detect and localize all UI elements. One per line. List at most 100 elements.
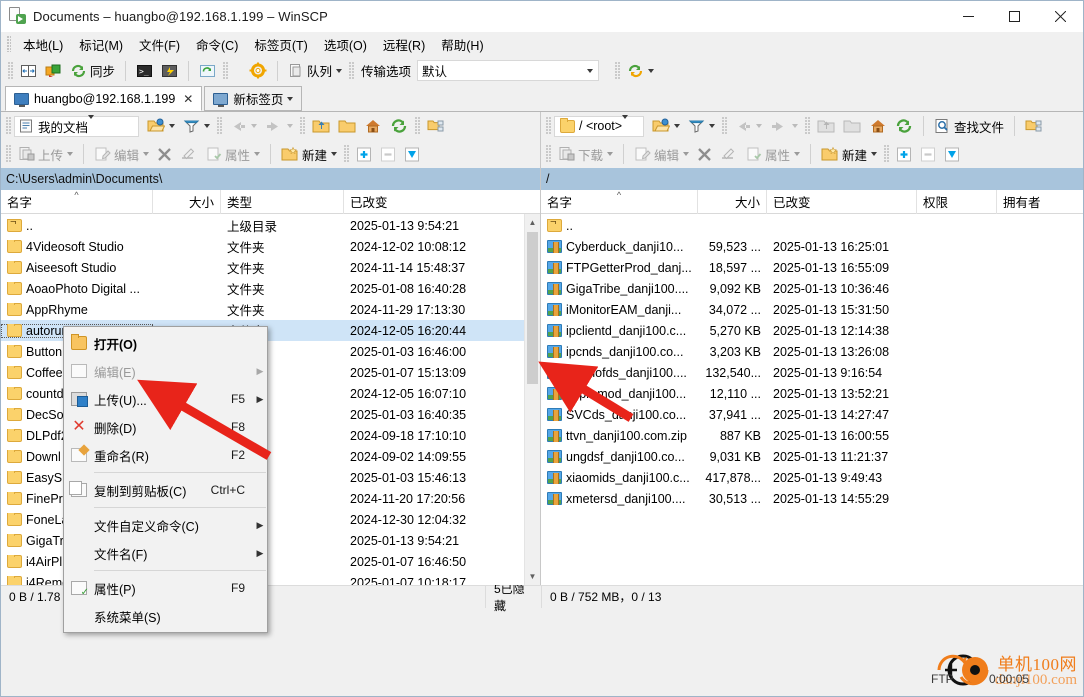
chevron-down-icon-remote-new[interactable]	[871, 152, 878, 156]
table-row[interactable]: ttvn_danji100.com.zip 887 KB 2025-01-13 16…	[541, 425, 1083, 446]
local-home-button[interactable]	[360, 114, 386, 138]
local-col-size[interactable]: 大小	[153, 189, 221, 214]
local-drive-combo[interactable]: 我的文档	[14, 115, 139, 137]
remote-root-directory-button[interactable]	[839, 114, 865, 138]
chevron-down-icon-upload[interactable]	[67, 152, 74, 156]
local-tree-button[interactable]	[423, 114, 449, 138]
chevron-down-icon-edit[interactable]	[143, 152, 150, 156]
context-menu-item[interactable]: 复制到剪贴板(C) Ctrl+C	[64, 476, 267, 504]
menu-item-file[interactable]: 文件(F)	[131, 32, 188, 57]
session-refresh-button[interactable]	[623, 59, 658, 83]
remote-tree-button[interactable]	[1021, 114, 1047, 138]
table-row[interactable]: xiaomids_danji100.c... 417,878... 2025-01-…	[541, 467, 1083, 488]
local-vertical-scrollbar[interactable]: ▲ ▼	[524, 214, 540, 585]
remote-rename-button[interactable]	[716, 142, 741, 166]
chevron-down-icon-new[interactable]	[331, 152, 338, 156]
remote-col-permissions[interactable]: 权限	[917, 189, 997, 214]
local-open-directory-button[interactable]	[143, 114, 179, 138]
local-filter-button[interactable]	[179, 114, 214, 138]
table-row[interactable]: ipcnds_danji100.co... 3,203 KB 2025-01-13 …	[541, 341, 1083, 362]
remote-file-list[interactable]: .. Cyberduck_danji10... 59,523 ... 2025-01-…	[541, 214, 1083, 585]
remote-select-add-button[interactable]	[892, 142, 916, 166]
context-menu-item[interactable]: 重命名(R) F2	[64, 441, 267, 469]
refresh-button[interactable]	[195, 59, 220, 83]
remote-refresh-button[interactable]	[891, 114, 917, 138]
table-row[interactable]: ..	[541, 215, 1083, 236]
local-back-button[interactable]	[225, 114, 261, 138]
remote-col-name[interactable]: 名字 ^	[541, 189, 698, 214]
menu-item-options[interactable]: 选项(O)	[316, 32, 375, 57]
scroll-down-icon[interactable]: ▼	[525, 568, 540, 585]
chevron-down-icon-download[interactable]	[607, 152, 614, 156]
local-home-directory-button[interactable]	[334, 114, 360, 138]
table-row[interactable]: .. 上级目录 2025-01-13 9:54:21	[1, 215, 540, 236]
chevron-down-icon-transfer[interactable]	[582, 61, 598, 80]
remote-download-button[interactable]: 下载	[554, 142, 617, 166]
remote-back-button[interactable]	[730, 114, 766, 138]
table-row[interactable]: ipclientd_danji100.c... 5,270 KB 2025-01-1…	[541, 320, 1083, 341]
queue-button[interactable]: 队列	[284, 59, 346, 83]
menu-item-mark[interactable]: 标记(M)	[71, 32, 131, 57]
remote-home-button[interactable]	[865, 114, 891, 138]
remote-col-modified[interactable]: 已改变	[767, 189, 917, 214]
menu-item-tabs[interactable]: 标签页(T)	[246, 32, 315, 57]
remote-filter-button[interactable]	[684, 114, 719, 138]
chevron-down-icon-remote-filter[interactable]	[709, 124, 715, 128]
local-rename-button[interactable]	[176, 142, 201, 166]
tab-new-session[interactable]: 新标签页	[204, 86, 303, 111]
transfer-settings-combo[interactable]: 默认	[417, 60, 600, 81]
chevron-down-icon-remote-edit[interactable]	[683, 152, 690, 156]
chevron-down-icon-remote-root[interactable]	[622, 115, 629, 133]
close-button[interactable]	[1037, 1, 1083, 32]
synchronize-browsing-button[interactable]	[41, 59, 66, 83]
chevron-down-icon-local-drive[interactable]	[88, 115, 95, 133]
file-context-menu[interactable]: 打开(O) 编辑(E) ▶ 上传(U)... F5 ▶ ✕ 删除(D) F8 重命名(R) F2 复制…	[63, 326, 268, 633]
remote-select-remove-button[interactable]	[916, 142, 940, 166]
remote-find-files-button[interactable]: 查找文件	[930, 114, 1008, 138]
chevron-down-icon-remote-back[interactable]	[756, 124, 762, 128]
local-edit-button[interactable]: 编辑	[90, 142, 153, 166]
synchronize-button[interactable]: 同步	[66, 59, 119, 83]
remote-path-bar[interactable]: /	[541, 168, 1083, 190]
context-menu-item[interactable]: 打开(O)	[64, 329, 267, 357]
remote-open-directory-button[interactable]	[648, 114, 684, 138]
table-row[interactable]: AppRhyme 文件夹 2024-11-29 17:13:30	[1, 299, 540, 320]
table-row[interactable]: Cyberduck_danji10... 59,523 ... 2025-01-13…	[541, 236, 1083, 257]
context-menu-item[interactable]: ✕ 删除(D) F8	[64, 413, 267, 441]
table-row[interactable]: AoaoPhoto Digital ... 文件夹 2025-01-08 16:40…	[1, 278, 540, 299]
preferences-button[interactable]	[245, 59, 271, 83]
table-row[interactable]: serviiofds_danji100.... 132,540... 2025-01…	[541, 362, 1083, 383]
remote-col-size[interactable]: 大小	[698, 189, 767, 214]
tab-close-icon[interactable]: ✕	[183, 92, 193, 106]
local-delete-button[interactable]	[153, 142, 176, 166]
remote-delete-button[interactable]	[693, 142, 716, 166]
local-select-remove-button[interactable]	[376, 142, 400, 166]
chevron-down-icon-session[interactable]	[648, 68, 655, 73]
table-row[interactable]: Aiseesoft Studio 文件夹 2024-11-14 15:48:37	[1, 257, 540, 278]
local-col-name[interactable]: 名字 ^	[1, 189, 153, 214]
tab-session[interactable]: huangbo@192.168.1.199 ✕	[5, 86, 203, 111]
remote-properties-button[interactable]: 属性	[741, 142, 804, 166]
local-parent-directory-button[interactable]	[308, 114, 334, 138]
context-menu-item[interactable]: 属性(P) F9	[64, 574, 267, 602]
chevron-down-icon-local-filter[interactable]	[204, 124, 210, 128]
table-row[interactable]: GigaTribe_danji100.... 9,092 KB 2025-01-13…	[541, 278, 1083, 299]
chevron-down-icon-newtab[interactable]	[287, 96, 294, 101]
split-panes-button[interactable]	[16, 59, 41, 83]
local-new-button[interactable]: 新建	[277, 142, 341, 166]
local-upload-button[interactable]: 上传	[14, 142, 77, 166]
scroll-up-icon[interactable]: ▲	[525, 214, 540, 231]
table-row[interactable]: ungdsf_danji100.co... 9,031 KB 2025-01-13 …	[541, 446, 1083, 467]
maximize-button[interactable]	[991, 1, 1037, 32]
chevron-down-icon-props[interactable]	[254, 152, 261, 156]
table-row[interactable]: iMonitorEAM_danji... 34,072 ... 2025-01-13…	[541, 299, 1083, 320]
table-row[interactable]: SVCds_danji100.co... 37,941 ... 2025-01-13…	[541, 404, 1083, 425]
menu-item-remote[interactable]: 远程(R)	[375, 32, 433, 57]
scrollbar-thumb[interactable]	[527, 232, 538, 384]
local-path-bar[interactable]: C:\Users\admin\Documents\	[1, 168, 540, 190]
menu-item-help[interactable]: 帮助(H)	[433, 32, 491, 57]
table-row[interactable]: supremod_danji100... 12,110 ... 2025-01-13…	[541, 383, 1083, 404]
local-select-add-button[interactable]	[352, 142, 376, 166]
remote-parent-directory-button[interactable]	[813, 114, 839, 138]
local-refresh-button[interactable]	[386, 114, 412, 138]
